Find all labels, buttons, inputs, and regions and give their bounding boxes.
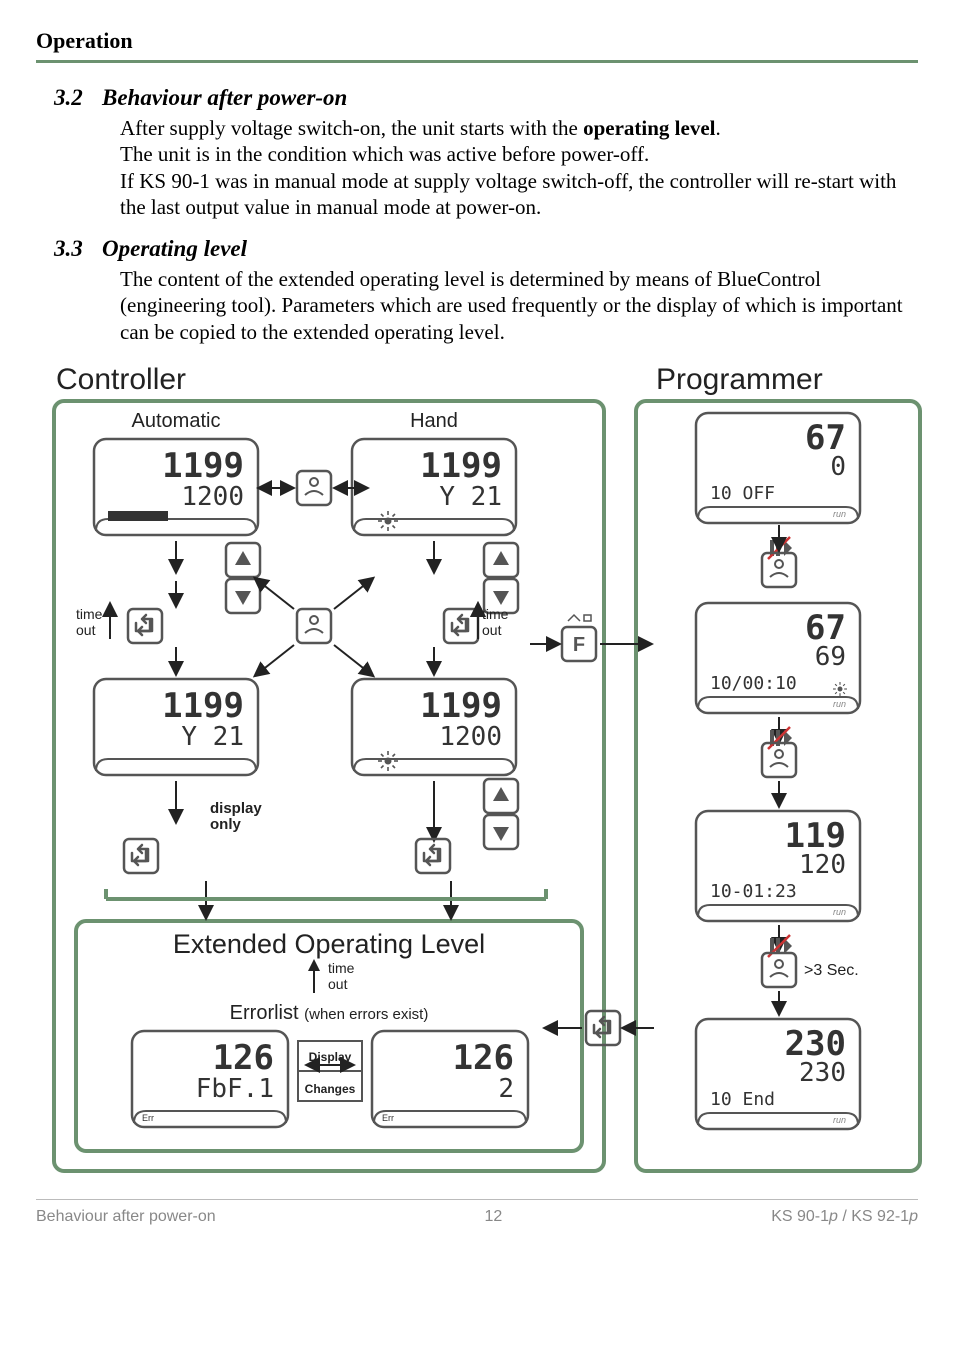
err-label-2: Err	[382, 1113, 394, 1123]
err-label-1: Err	[142, 1113, 154, 1123]
error-screen-left: 126 FbF.1 Err	[132, 1031, 288, 1127]
c-hand-bot-val1: 1199	[420, 686, 502, 726]
prog-hand-key-2[interactable]	[762, 743, 796, 777]
auto-up-key[interactable]	[226, 543, 260, 577]
controller-hand-top-screen: 1199 Y 21	[352, 439, 516, 535]
s33-p1: The content of the extended operating le…	[120, 267, 903, 344]
controller-hand-bot-screen: 1199 1200	[352, 679, 516, 775]
errorlist-label-a: Errorlist	[230, 1002, 304, 1024]
hand-timeout-1: time	[482, 606, 509, 622]
c-auto-top-val1: 1199	[162, 446, 244, 486]
ext-timeout-1: time	[328, 960, 355, 976]
section-title-32: Behaviour after power-on	[102, 85, 347, 111]
s32-p2: The unit is in the condition which was a…	[120, 142, 649, 166]
auto-enter-key[interactable]	[128, 609, 162, 643]
c-err-right-val1: 126	[453, 1038, 514, 1078]
prog-screen-1: 67 0 10 OFF run	[696, 413, 860, 523]
p2-line: 10/00:10	[710, 673, 797, 694]
hand-label: Hand	[410, 410, 458, 432]
hand-up-key[interactable]	[484, 543, 518, 577]
p2-bot: 69	[815, 642, 846, 672]
display-changes-box: Display Changes	[298, 1041, 362, 1101]
footer-right: KS 90-1p / KS 92-1p	[771, 1208, 918, 1226]
c-auto-bot-val2: Y 21	[181, 722, 244, 752]
p1-run: run	[833, 509, 846, 519]
f-key-label: F	[573, 634, 585, 656]
p1-bot: 0	[830, 452, 846, 482]
c-err-left-val1: 126	[213, 1038, 274, 1078]
hand-down-key-2[interactable]	[484, 815, 518, 849]
p3-bot: 120	[799, 850, 846, 880]
p2-run: run	[833, 699, 846, 709]
ext-op-level-title: Extended Operating Level	[173, 929, 485, 959]
disp-changes-1: Display	[309, 1050, 352, 1064]
display-only-1: display	[210, 800, 262, 817]
errorlist-label-b: (when errors exist)	[304, 1006, 428, 1023]
prog-screen-3: 119 120 10-01:23 run	[696, 811, 860, 921]
p3-line: 10-01:23	[710, 881, 797, 902]
section-header: Operation	[36, 28, 918, 54]
prog-hand-key-3[interactable]	[762, 953, 796, 987]
auto-enter-key-2[interactable]	[124, 839, 158, 873]
c-hand-top-val2: Y 21	[439, 482, 502, 512]
timeout-arrow-up-icon	[308, 959, 320, 971]
automatic-label: Automatic	[132, 410, 221, 432]
prog-hand-key-1[interactable]	[762, 553, 796, 587]
footer-left: Behaviour after power-on	[36, 1208, 216, 1226]
hand-up-key-2[interactable]	[484, 779, 518, 813]
c-auto-top-val2: 1200	[181, 482, 244, 512]
hand-key[interactable]	[297, 471, 331, 505]
section-body-33: The content of the extended operating le…	[120, 266, 908, 345]
header-rule	[36, 60, 918, 63]
controller-auto-bot-screen: 1199 Y 21	[94, 679, 258, 775]
hand-timeout-2: out	[482, 622, 502, 638]
hand-enter-key[interactable]	[444, 609, 478, 643]
s32-p3: If KS 90-1 was in manual mode at supply …	[120, 169, 896, 219]
gt3sec-label: >3 Sec.	[804, 962, 859, 979]
p4-line: 10 End	[710, 1089, 775, 1110]
c-err-right-val2: 2	[498, 1074, 514, 1104]
f-key[interactable]: F	[562, 615, 596, 661]
prog-screen-4: 230 230 10 End run	[696, 1019, 860, 1129]
error-screen-right: 126 2 Err	[372, 1031, 528, 1127]
diagram: Controller Programmer Extended Operating…	[46, 361, 918, 1181]
p4-bot: 230	[799, 1058, 846, 1088]
display-only-2: only	[210, 816, 241, 833]
c-hand-top-val1: 1199	[420, 446, 502, 486]
s32-p1c: .	[715, 116, 720, 140]
footer: Behaviour after power-on 12 KS 90-1p / K…	[36, 1199, 918, 1226]
footer-center: 12	[485, 1208, 503, 1226]
prog-run-key-2[interactable]	[768, 727, 792, 749]
hand-enter-key-2[interactable]	[416, 839, 450, 873]
section-title-33: Operating level	[102, 236, 247, 262]
svg-text:Errorlist (when errors exist): Errorlist (when errors exist)	[230, 1002, 429, 1024]
auto-down-key[interactable]	[226, 579, 260, 613]
programmer-title: Programmer	[656, 363, 823, 396]
c-auto-bot-val1: 1199	[162, 686, 244, 726]
ext-timeout-2: out	[328, 976, 348, 992]
controller-auto-top-screen: 1199 1200	[94, 439, 258, 535]
controller-title: Controller	[56, 363, 186, 396]
section-number-33: 3.3	[36, 236, 102, 262]
section-number-32: 3.2	[36, 85, 102, 111]
auto-timeout-1: time	[76, 606, 103, 622]
disp-changes-2: Changes	[305, 1082, 356, 1096]
p4-run: run	[833, 1115, 846, 1125]
c-err-left-val2: FbF.1	[196, 1074, 274, 1104]
prog-screen-2: 67 69 10/00:10 run	[696, 603, 860, 713]
auto-timeout-2: out	[76, 622, 96, 638]
section-body-32: After supply voltage switch-on, the unit…	[120, 115, 908, 220]
p1-line: 10 OFF	[710, 483, 775, 504]
s32-p1a: After supply voltage switch-on, the unit…	[120, 116, 583, 140]
p3-run: run	[833, 907, 846, 917]
s32-p1b: operating level	[583, 116, 715, 140]
c-hand-bot-val2: 1200	[439, 722, 502, 752]
hand-key-center[interactable]	[297, 609, 331, 643]
